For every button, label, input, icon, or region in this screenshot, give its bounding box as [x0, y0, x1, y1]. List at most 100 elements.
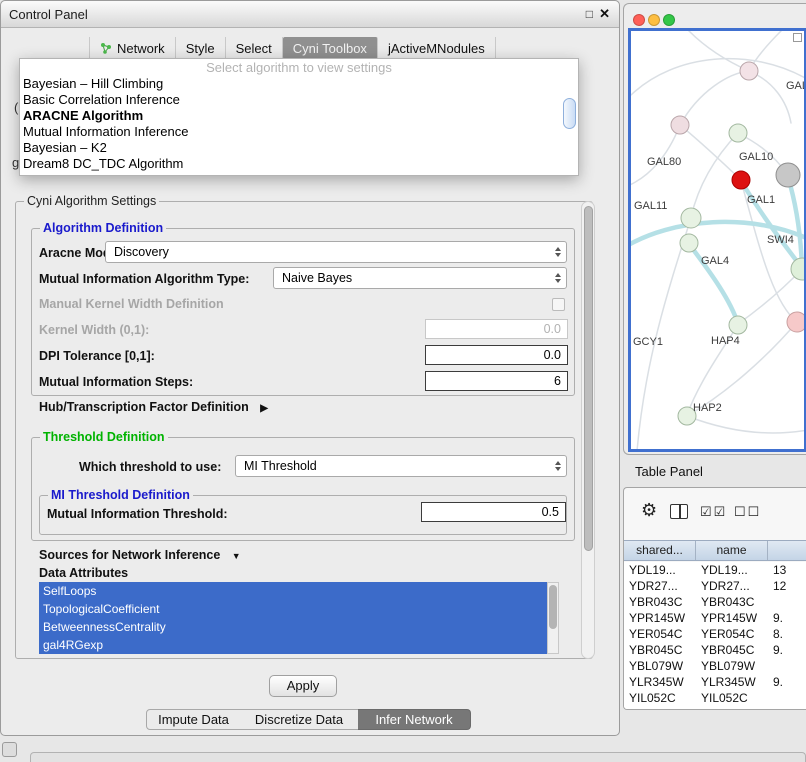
select-all-checkboxes-icon[interactable]: ☑☑: [700, 504, 727, 520]
kernel-width-field[interactable]: 0.0: [425, 319, 568, 339]
table-cell: YER054C: [696, 626, 768, 642]
network-node[interactable]: [740, 62, 758, 80]
mi-type-label: Mutual Information Algorithm Type:: [39, 272, 249, 286]
tab-infer-network[interactable]: Infer Network: [358, 709, 471, 730]
algorithm-option[interactable]: Bayesian – Hill Climbing: [20, 76, 578, 92]
tab-network[interactable]: Network: [89, 37, 176, 59]
tab-label: Network: [117, 41, 165, 56]
table-cell: 9.: [768, 674, 806, 690]
threshold-definition-title: Threshold Definition: [40, 430, 168, 444]
table-cell: 9.: [768, 642, 806, 658]
network-node[interactable]: [671, 116, 689, 134]
table-row[interactable]: YPR145WYPR145W9.: [624, 610, 806, 626]
mi-type-select[interactable]: Naive Bayes: [273, 267, 567, 289]
network-edge: [691, 133, 738, 217]
aracne-mode-value: Discovery: [114, 245, 169, 259]
network-tab-icon: [100, 42, 112, 54]
combo-arrows-icon: [555, 247, 561, 257]
settings-scrollbar-thumb[interactable]: [584, 206, 593, 551]
algorithm-popup-list: Bayesian – Hill ClimbingBasic Correlatio…: [20, 76, 578, 172]
attributes-scrollbar-thumb[interactable]: [549, 585, 557, 629]
tab-cyni-toolbox[interactable]: Cyni Toolbox: [283, 37, 378, 59]
network-node[interactable]: [791, 258, 804, 280]
which-threshold-value: MI Threshold: [244, 459, 317, 473]
network-node[interactable]: [729, 316, 747, 334]
network-node[interactable]: [729, 124, 747, 142]
network-edge: [689, 31, 749, 71]
close-button[interactable]: [633, 14, 645, 26]
table-cell: YPR145W: [696, 610, 768, 626]
network-node[interactable]: [776, 163, 800, 187]
table-row[interactable]: YBR043CYBR043C: [624, 594, 806, 610]
table-row[interactable]: YLR345WYLR345W9.: [624, 674, 806, 690]
network-node-label: HAP2: [693, 402, 722, 414]
table-row[interactable]: YER054CYER054C8.: [624, 626, 806, 642]
network-node[interactable]: [681, 208, 701, 228]
sources-section-toggle[interactable]: Sources for Network Inference ▼: [39, 548, 241, 562]
algorithm-option[interactable]: Mutual Information Inference: [20, 124, 578, 140]
covered-widget-fragment: (: [14, 100, 18, 115]
deselect-all-checkboxes-icon[interactable]: ☐☐: [734, 504, 761, 520]
table-cell: 12: [768, 578, 806, 594]
attribute-item[interactable]: gal4RGexp: [39, 636, 547, 654]
network-node-label: GCY1: [633, 336, 663, 348]
apply-button[interactable]: Apply: [269, 675, 337, 697]
settings-group-title: Cyni Algorithm Settings: [24, 194, 159, 208]
dpi-tolerance-field[interactable]: 0.0: [425, 345, 568, 365]
attribute-item[interactable]: SelfLoops: [39, 582, 547, 600]
panel-toggle-icon[interactable]: [2, 742, 17, 757]
network-node-label: SWI4: [767, 234, 794, 246]
algorithm-option[interactable]: Dream8 DC_TDC Algorithm: [20, 156, 578, 172]
overview-corner-box[interactable]: [793, 33, 802, 42]
minimize-button[interactable]: [648, 14, 660, 26]
tab-select[interactable]: Select: [226, 37, 283, 59]
tab-discretize-data[interactable]: Discretize Data: [240, 709, 359, 730]
mi-threshold-field[interactable]: 0.5: [421, 502, 566, 522]
kernel-width-label: Kernel Width (0,1):: [39, 323, 149, 337]
close-icon[interactable]: ✕: [599, 6, 610, 22]
attribute-item[interactable]: BetweennessCentrality: [39, 618, 547, 636]
algorithm-popup: Select algorithm to view settings Bayesi…: [19, 58, 579, 176]
table-cell: [768, 690, 806, 706]
gear-icon[interactable]: ⚙: [641, 500, 657, 521]
manual-kernel-checkbox[interactable]: [552, 298, 565, 311]
table-row[interactable]: YDR27...YDR27...12: [624, 578, 806, 594]
tab-impute-data[interactable]: Impute Data: [146, 709, 241, 730]
aracne-mode-select[interactable]: Discovery: [105, 241, 567, 263]
popup-scrollbar-thumb[interactable]: [563, 98, 576, 129]
mi-steps-field[interactable]: 6: [425, 371, 568, 391]
which-threshold-select[interactable]: MI Threshold: [235, 455, 567, 477]
table-body: YDL19...YDL19...13YDR27...YDR27...12YBR0…: [624, 562, 806, 709]
window-title: Control Panel: [9, 7, 88, 22]
table-cell: YLR345W: [624, 674, 696, 690]
algorithm-option[interactable]: ARACNE Algorithm: [20, 108, 578, 124]
column-header-name[interactable]: name: [696, 541, 768, 560]
network-node[interactable]: [732, 171, 750, 189]
mi-steps-label: Mutual Information Steps:: [39, 375, 193, 389]
network-node-label: GAL1: [747, 194, 775, 206]
network-viewport[interactable]: GALGAL80GAL10GAL11GAL1SWI4GAL4GCY1HAP4HA…: [628, 28, 806, 452]
settings-scrollbar[interactable]: [581, 201, 595, 659]
column-header-partial[interactable]: [768, 541, 806, 560]
table-row[interactable]: YBR045CYBR045C9.: [624, 642, 806, 658]
algorithm-option[interactable]: Bayesian – K2: [20, 140, 578, 156]
table-cell: YDR27...: [696, 578, 768, 594]
tab-jactivemnodules[interactable]: jActiveMNodules: [378, 37, 496, 59]
attribute-item[interactable]: TopologicalCoefficient: [39, 600, 547, 618]
float-window-icon[interactable]: □: [586, 7, 593, 21]
network-edge: [631, 59, 804, 95]
tab-style[interactable]: Style: [176, 37, 226, 59]
attributes-scrollbar[interactable]: [547, 582, 559, 654]
table-cell: YBR043C: [624, 594, 696, 610]
network-node[interactable]: [680, 234, 698, 252]
table-row[interactable]: YDL19...YDL19...13: [624, 562, 806, 578]
table-row[interactable]: YBL079WYBL079W: [624, 658, 806, 674]
network-node[interactable]: [787, 312, 804, 332]
columns-icon[interactable]: [670, 504, 688, 519]
network-edge: [680, 71, 749, 125]
column-header-shared-name[interactable]: shared...: [624, 541, 696, 560]
hub-section-toggle[interactable]: Hub/Transcription Factor Definition ▶: [39, 400, 268, 414]
algorithm-option[interactable]: Basic Correlation Inference: [20, 92, 578, 108]
zoom-button[interactable]: [663, 14, 675, 26]
table-row[interactable]: YIL052CYIL052C: [624, 690, 806, 706]
